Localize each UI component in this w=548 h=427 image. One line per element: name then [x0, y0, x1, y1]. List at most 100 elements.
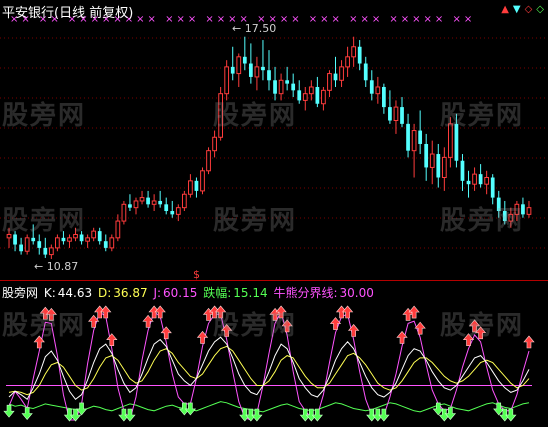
sell-arrow-icon [378, 408, 390, 422]
candle-body [478, 174, 483, 185]
indicator-name[interactable]: 股旁网 [2, 286, 38, 300]
diamond-icon[interactable]: ◇ [525, 4, 533, 15]
min-price-label: ← 10.87 [34, 260, 79, 273]
candle-body [291, 83, 296, 91]
sell-arrow-icon [251, 408, 263, 422]
candle-body [146, 197, 150, 205]
candle-body [273, 80, 277, 94]
candle-body [345, 56, 350, 68]
candle-body [339, 66, 344, 81]
chart-title: 平安银行(日线 前复权) [2, 6, 134, 21]
sell-arrow-icon [3, 404, 15, 418]
candle-body [333, 73, 338, 81]
buy-arrow-icon [523, 335, 535, 349]
j-line [8, 310, 530, 422]
candle-body [502, 211, 507, 222]
candle-body [363, 63, 368, 81]
candle-body [175, 207, 181, 215]
buy-arrow-icon [462, 333, 475, 347]
candle-body [514, 203, 520, 215]
buy-arrow-shape [523, 335, 535, 349]
candle-body [61, 237, 66, 242]
candle-body [321, 89, 326, 105]
buy-arrow-icon [275, 305, 287, 319]
indicator-lines [6, 310, 532, 422]
bull-bear-label: 牛熊分界线: [273, 286, 338, 300]
candle-body [424, 143, 429, 168]
candle-body [200, 170, 205, 192]
chart-canvas[interactable]: ×× ×× ×××××××× ××× ×××× ×××× ××× ××× ×××… [0, 0, 548, 427]
candle-body [206, 150, 211, 172]
candle-body [48, 247, 54, 256]
candle-body [31, 237, 36, 242]
candle-body [158, 200, 163, 205]
candle-body [55, 237, 60, 249]
stock-chart-window: ×× ×× ×××××××× ××× ×××× ×××× ××× ××× ×××… [0, 0, 548, 427]
candle-body [103, 241, 108, 248]
buy-arrow-shape [341, 305, 354, 319]
candle-body [212, 136, 217, 152]
buy-arrow-icon [329, 317, 342, 330]
buy-arrow-shape [154, 305, 166, 319]
buy-arrow-shape [100, 305, 112, 319]
candle-body [19, 244, 23, 252]
candle-body [441, 156, 447, 178]
candle-body [139, 197, 145, 202]
max-price-value: 17.50 [244, 22, 277, 35]
buy-arrow-icon [341, 305, 354, 319]
candle-body [381, 86, 386, 108]
k-value: 44.63 [57, 286, 93, 300]
candle-body [406, 123, 410, 151]
buy-arrow-shape [33, 335, 45, 349]
candle-body [267, 70, 271, 81]
buy-arrow-shape [106, 333, 118, 347]
sell-arrow-icon [124, 408, 136, 422]
candle-body [429, 153, 435, 168]
pane-divider[interactable] [0, 280, 548, 281]
buy-arrow-shape [275, 305, 287, 319]
candle-body [418, 130, 423, 144]
buy-arrow-shape [414, 321, 426, 335]
candle-body [188, 180, 193, 195]
buy-arrow-icon [100, 305, 112, 319]
down-arrow-icon[interactable]: ▼ [513, 4, 521, 15]
buy-arrow-shape [142, 314, 154, 328]
signal-arrows [3, 305, 535, 422]
candle-body [466, 180, 471, 185]
candle-body [224, 66, 230, 95]
up-arrow-icon[interactable]: ▲ [501, 4, 509, 15]
diamond-icon[interactable]: ◇ [536, 4, 544, 15]
candle-body [448, 123, 453, 158]
candle-body [351, 46, 357, 58]
buy-arrow-shape [214, 305, 227, 319]
buy-arrow-icon [408, 305, 420, 319]
sell-arrow-shape [378, 408, 390, 422]
j-label: J: [153, 286, 162, 300]
candle-body [315, 86, 320, 104]
candle-body [164, 204, 169, 212]
candle-body [388, 107, 392, 121]
sell-arrow-icon [184, 402, 197, 416]
candle-body [6, 233, 12, 239]
candle-body [115, 220, 121, 239]
candle-body [97, 231, 102, 242]
buy-arrow-shape [462, 333, 475, 347]
candle-body [37, 241, 42, 248]
sell-arrow-shape [251, 408, 263, 422]
sell-arrow-shape [184, 402, 197, 416]
candle-body [357, 46, 362, 64]
candle-body [308, 86, 314, 95]
buy-arrow-icon [214, 305, 227, 319]
candle-body [133, 200, 139, 209]
candle-body [128, 204, 132, 208]
candle-body [194, 180, 199, 191]
candle-body [393, 106, 399, 122]
candlestick-series [6, 36, 532, 259]
candle-body [454, 123, 459, 161]
j-value: 60.15 [163, 286, 198, 300]
d-label: D: [97, 286, 112, 300]
candle-body [496, 197, 501, 212]
candle-body [236, 56, 242, 75]
sell-arrow-shape [3, 404, 15, 418]
candle-body [302, 93, 308, 101]
